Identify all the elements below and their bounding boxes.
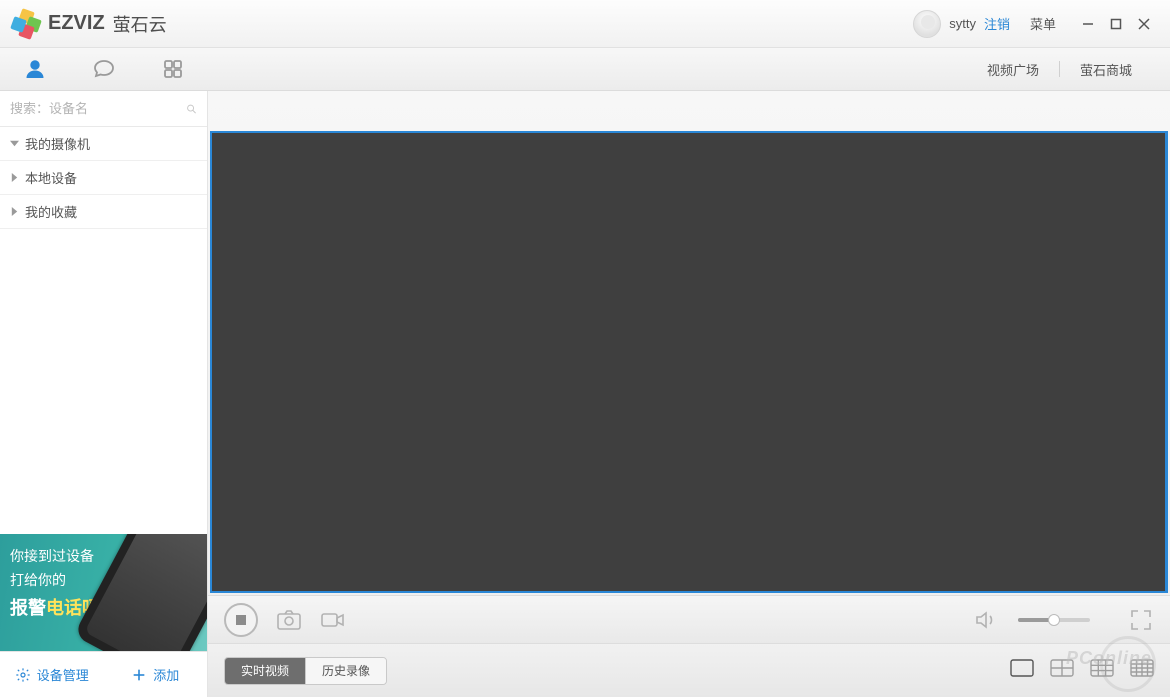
chevron-down-icon xyxy=(10,139,19,148)
nav-links: 视频广场 萤石商城 xyxy=(208,48,1170,90)
app-logo: EZVIZ 萤石云 xyxy=(12,10,167,38)
title-bar: EZVIZ 萤石云 sytty 注销 菜单 xyxy=(0,0,1170,48)
device-management-label: 设备管理 xyxy=(37,665,89,684)
search-row xyxy=(0,91,207,127)
chevron-right-icon xyxy=(10,207,19,216)
logout-link[interactable]: 注销 xyxy=(984,14,1010,33)
link-video-plaza[interactable]: 视频广场 xyxy=(967,60,1059,79)
layout-4x4-icon xyxy=(1130,659,1154,677)
link-ezviz-mall[interactable]: 萤石商城 xyxy=(1060,60,1152,79)
speaker-icon xyxy=(974,609,1000,631)
promo-banner[interactable]: 你接到过设备 打给你的 报警电话吗？ xyxy=(0,534,207,651)
layout-1x1-button[interactable] xyxy=(1010,659,1034,682)
video-viewport[interactable] xyxy=(210,131,1168,593)
nav-bar: 视频广场 萤石商城 xyxy=(0,48,1170,91)
gear-icon xyxy=(15,667,31,683)
tree-item-local-devices[interactable]: 本地设备 xyxy=(0,161,207,195)
layout-2x2-button[interactable] xyxy=(1050,659,1074,682)
footer-bar: 实时视频 历史录像 xyxy=(208,643,1170,697)
chat-bubble-icon xyxy=(92,57,116,81)
close-icon xyxy=(1138,18,1150,30)
plus-icon xyxy=(131,667,147,683)
sidebar-spacer xyxy=(0,229,207,534)
brand-subtext: 萤石云 xyxy=(113,11,167,37)
nav-tabs xyxy=(0,48,208,90)
sidebar: 我的摄像机 本地设备 我的收藏 你接到过设备 打给你的 报警电话吗？ xyxy=(0,91,208,697)
volume-button[interactable] xyxy=(974,609,1000,631)
search-input[interactable] xyxy=(10,101,186,116)
add-device-label: 添加 xyxy=(153,665,179,684)
layout-selector xyxy=(1010,659,1154,682)
window-minimize-button[interactable] xyxy=(1074,10,1102,38)
window-close-button[interactable] xyxy=(1130,10,1158,38)
content-area: 实时视频 历史录像 xyxy=(208,91,1170,697)
fullscreen-icon xyxy=(1128,609,1154,631)
person-icon xyxy=(23,57,47,81)
device-tree: 我的摄像机 本地设备 我的收藏 xyxy=(0,127,207,229)
volume-slider[interactable] xyxy=(1018,618,1090,622)
search-icon[interactable] xyxy=(186,100,197,118)
device-management-button[interactable]: 设备管理 xyxy=(0,665,104,684)
layout-1x1-icon xyxy=(1010,659,1034,677)
tab-messages[interactable] xyxy=(69,57,138,81)
tree-label: 本地设备 xyxy=(25,168,77,187)
avatar[interactable] xyxy=(913,10,941,38)
main-area: 我的摄像机 本地设备 我的收藏 你接到过设备 打给你的 报警电话吗？ xyxy=(0,91,1170,697)
stop-icon xyxy=(236,615,246,625)
tab-history-video[interactable]: 历史录像 xyxy=(305,658,386,684)
tree-label: 我的收藏 xyxy=(25,202,77,221)
tab-apps[interactable] xyxy=(138,57,207,81)
tree-label: 我的摄像机 xyxy=(25,134,90,153)
add-device-button[interactable]: 添加 xyxy=(104,665,208,684)
ezviz-pinwheel-icon xyxy=(12,10,40,38)
layout-2x2-icon xyxy=(1050,659,1074,677)
sidebar-bottom-actions: 设备管理 添加 xyxy=(0,651,207,697)
snapshot-button[interactable] xyxy=(276,609,302,631)
video-mode-tabs: 实时视频 历史录像 xyxy=(224,657,387,685)
chevron-right-icon xyxy=(10,173,19,182)
menu-button[interactable]: 菜单 xyxy=(1030,14,1056,33)
layout-3x3-icon xyxy=(1090,659,1114,677)
minimize-icon xyxy=(1082,18,1094,30)
maximize-icon xyxy=(1110,18,1122,30)
tab-devices[interactable] xyxy=(0,57,69,81)
tree-item-favorites[interactable]: 我的收藏 xyxy=(0,195,207,229)
stop-button[interactable] xyxy=(224,603,258,637)
fullscreen-button[interactable] xyxy=(1128,609,1154,631)
username-label[interactable]: sytty xyxy=(949,16,976,31)
grid-icon xyxy=(161,57,185,81)
layout-3x3-button[interactable] xyxy=(1090,659,1114,682)
camera-icon xyxy=(276,609,302,631)
tab-live-video[interactable]: 实时视频 xyxy=(225,658,305,684)
playback-control-bar xyxy=(208,595,1170,643)
layout-4x4-button[interactable] xyxy=(1130,659,1154,682)
video-viewport-wrap xyxy=(208,91,1170,595)
record-button[interactable] xyxy=(320,609,346,631)
tree-item-my-cameras[interactable]: 我的摄像机 xyxy=(0,127,207,161)
video-camera-icon xyxy=(320,609,346,631)
brand-text: EZVIZ xyxy=(48,12,105,35)
window-maximize-button[interactable] xyxy=(1102,10,1130,38)
